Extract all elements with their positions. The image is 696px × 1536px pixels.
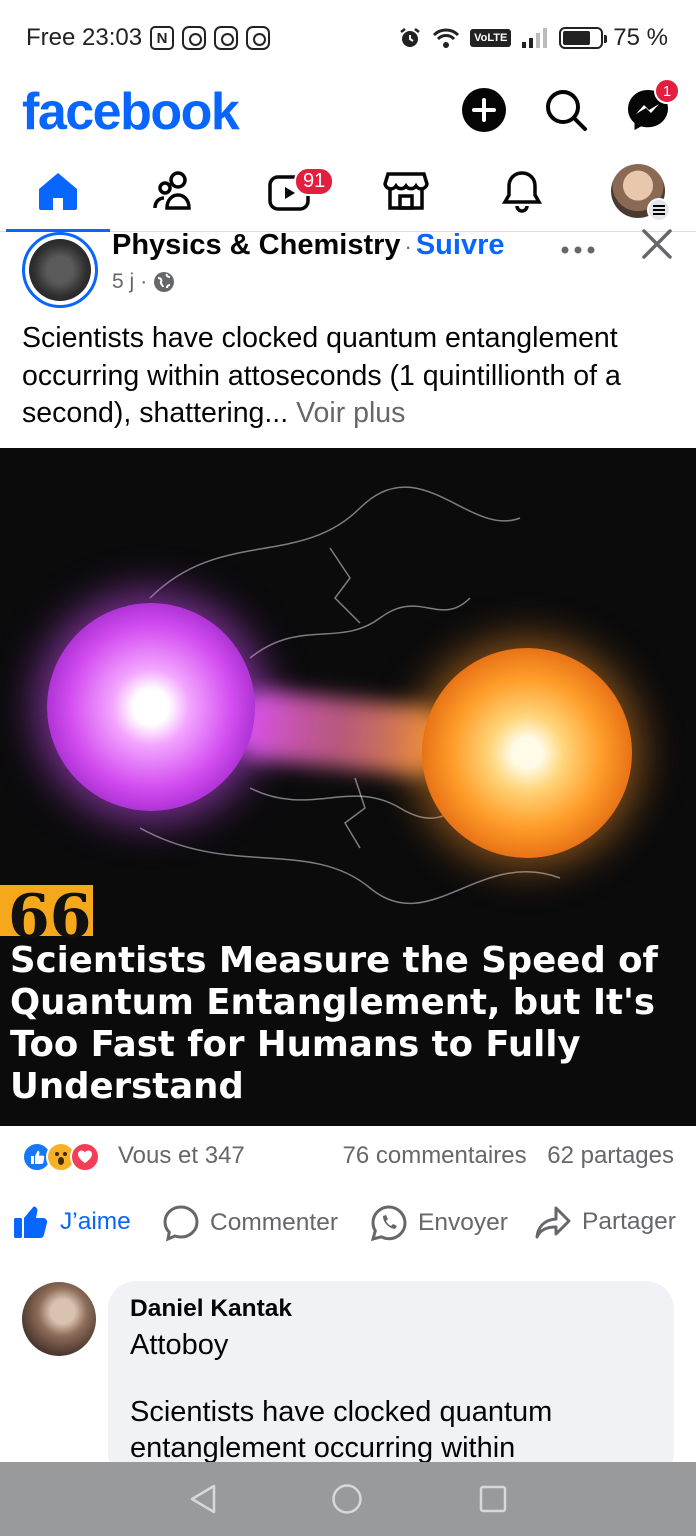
- app-header: facebook 1: [0, 78, 696, 150]
- status-bar: Free 23:03 N VoLTE 75 %: [0, 0, 696, 80]
- tab-marketplace[interactable]: [376, 163, 436, 219]
- instagram-icon: [182, 26, 207, 50]
- friends-icon: [153, 171, 191, 210]
- reactions-count[interactable]: Vous et 347: [118, 1142, 245, 1170]
- recents-button[interactable]: [476, 1482, 510, 1516]
- tab-notifications[interactable]: [492, 163, 552, 219]
- home-icon: [39, 173, 77, 210]
- status-left: Free 23:03 N: [26, 24, 271, 52]
- signal-icon: [522, 28, 548, 48]
- search-button[interactable]: [542, 86, 590, 134]
- post-text: Scientists have clocked quantum entangle…: [22, 320, 682, 433]
- orange-orb: [422, 648, 632, 858]
- share-label: Partager: [582, 1208, 676, 1235]
- send-button[interactable]: Envoyer: [370, 1204, 508, 1242]
- page-name-row: Physics & Chemistry · Suivre: [112, 229, 505, 262]
- share-icon: [535, 1206, 571, 1239]
- page-name[interactable]: Physics & Chemistry: [112, 229, 401, 261]
- tab-video[interactable]: 91: [260, 163, 335, 219]
- battery-percent: 75 %: [613, 24, 668, 51]
- hide-post-button[interactable]: [640, 226, 674, 271]
- see-more-link[interactable]: Voir plus: [296, 397, 405, 429]
- more-options-button[interactable]: [560, 230, 596, 264]
- carrier-time: Free 23:03: [26, 24, 143, 51]
- whatsapp-icon: [370, 1205, 407, 1242]
- send-label: Envoyer: [418, 1209, 508, 1236]
- messenger-badge: 1: [654, 78, 680, 104]
- share-button[interactable]: Partager: [534, 1204, 676, 1240]
- instagram-icon: [246, 26, 271, 50]
- shares-count[interactable]: 62 partages: [547, 1142, 674, 1169]
- instagram-icon: [214, 26, 239, 50]
- comment-label: Commenter: [210, 1209, 338, 1236]
- marketplace-icon: [383, 172, 429, 210]
- search-icon: [546, 90, 587, 131]
- tab-home[interactable]: [28, 163, 88, 219]
- home-circle-icon: [332, 1484, 362, 1514]
- comment-button[interactable]: Commenter: [162, 1204, 338, 1242]
- system-nav-bar: [0, 1462, 696, 1536]
- facebook-logo[interactable]: facebook: [22, 82, 240, 142]
- follow-button[interactable]: Suivre: [416, 229, 505, 261]
- separator: ·: [404, 234, 412, 259]
- more-icon: [561, 246, 595, 254]
- alarm-icon: [400, 28, 420, 47]
- wifi-icon: [433, 28, 460, 48]
- comment-bubble[interactable]: Daniel Kantak Attoboy Scientists have cl…: [108, 1281, 674, 1481]
- like-label: J’aime: [60, 1208, 131, 1235]
- reactions-summary: Vous et 347 76 commentaires 62 partages: [0, 1136, 696, 1180]
- commenter-avatar[interactable]: [22, 1282, 96, 1356]
- status-right: VoLTE 75 %: [398, 24, 668, 52]
- quote-mark-badge: 66: [0, 885, 93, 949]
- purple-orb: [47, 603, 255, 811]
- reaction-icons[interactable]: [22, 1142, 100, 1172]
- close-icon: [642, 229, 672, 259]
- thumbs-up-icon: [14, 1206, 48, 1238]
- comment-icon: [163, 1205, 199, 1242]
- globe-icon: [154, 272, 175, 292]
- like-button[interactable]: J’aime: [12, 1204, 131, 1240]
- volte-badge: VoLTE: [470, 29, 512, 47]
- back-button[interactable]: [186, 1482, 220, 1516]
- nfc-icon: N: [150, 26, 175, 50]
- engagement-counts: 76 commentaires 62 partages: [342, 1142, 674, 1170]
- comment-author[interactable]: Daniel Kantak: [130, 1295, 652, 1323]
- battery-icon: [559, 27, 608, 49]
- post-meta: 5 j ·: [112, 270, 175, 294]
- home-nav-button[interactable]: [330, 1482, 364, 1516]
- tab-bar: 91: [0, 155, 696, 232]
- comments-count[interactable]: 76 commentaires: [342, 1142, 526, 1169]
- comment-text: Attoboy: [130, 1329, 229, 1361]
- comment-quoted-text: Scientists have clocked quantum entangle…: [130, 1396, 553, 1464]
- tab-menu[interactable]: [608, 163, 671, 222]
- post-time[interactable]: 5 j: [112, 270, 134, 294]
- messenger-button[interactable]: 1: [624, 78, 680, 134]
- profile-avatar: [611, 164, 671, 222]
- tab-friends[interactable]: [144, 163, 204, 219]
- post-actions: J’aime Commenter Envoyer Partager: [0, 1200, 696, 1256]
- post-image[interactable]: 66 Scientists Measure the Speed of Quant…: [0, 448, 696, 1126]
- love-reaction-icon: [70, 1142, 100, 1172]
- bell-icon: [501, 171, 543, 213]
- back-triangle-icon: [190, 1484, 216, 1514]
- menu-icon: [647, 198, 671, 222]
- post-header: Physics & Chemistry · Suivre 5 j ·: [0, 229, 696, 312]
- page-avatar[interactable]: [22, 232, 98, 308]
- plus-circle-icon: [462, 88, 506, 132]
- meta-separator: ·: [140, 270, 148, 293]
- create-button[interactable]: [460, 86, 508, 134]
- video-badge: 91: [294, 167, 335, 196]
- image-headline: Scientists Measure the Speed of Quantum …: [10, 940, 658, 1107]
- recents-square-icon: [479, 1485, 507, 1513]
